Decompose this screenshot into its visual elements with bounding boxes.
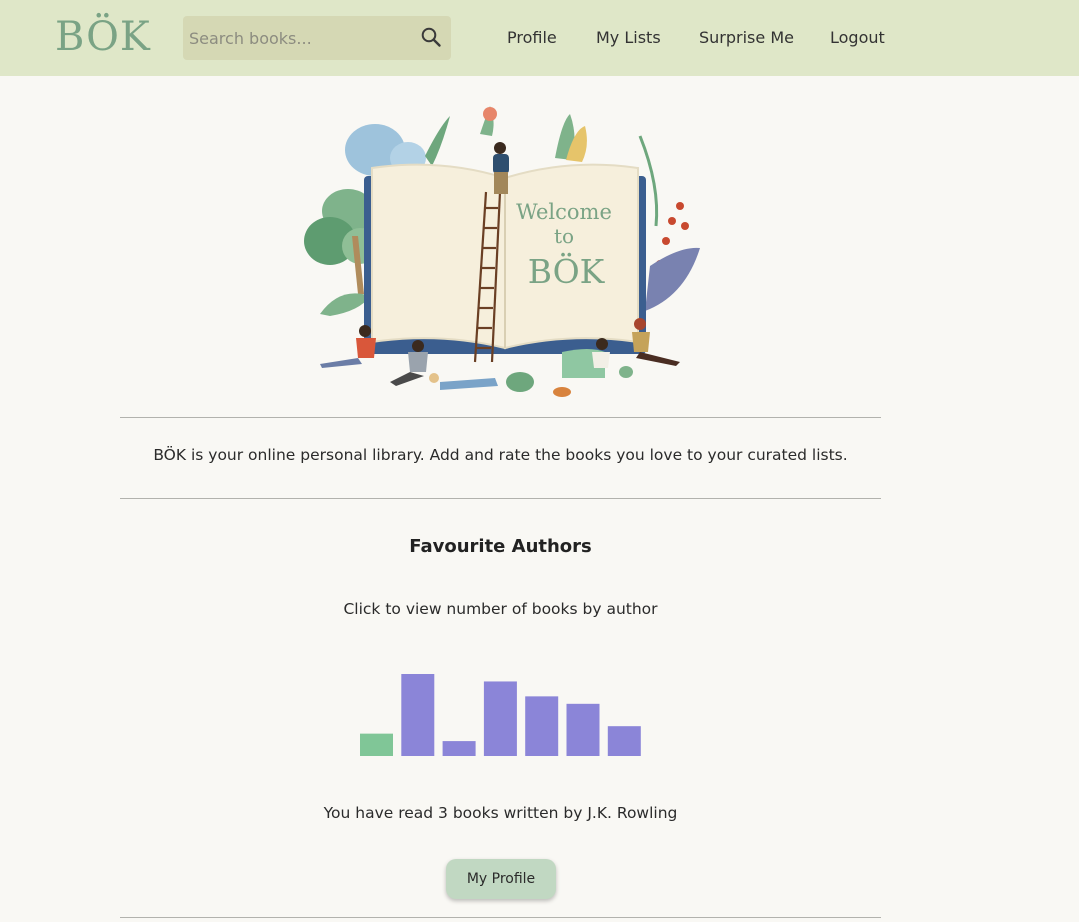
nav-my-lists[interactable]: My Lists	[596, 28, 661, 47]
hero-welcome-text: Welcome	[516, 200, 612, 224]
author-bar-5[interactable]	[525, 696, 559, 756]
divider-bottom	[120, 917, 881, 918]
search-input[interactable]	[183, 16, 413, 60]
reader-on-ladder	[493, 142, 509, 194]
hero-illustration: Welcome to BÖK	[304, 106, 700, 397]
books-read-text: You have read 3 books written by J.K. Ro…	[323, 804, 678, 822]
favourite-authors-subtitle: Click to view number of books by author	[343, 600, 658, 618]
author-bar-4[interactable]	[483, 681, 517, 756]
intro-text: BÖK is your online personal library. Add…	[153, 446, 848, 464]
search-icon[interactable]	[420, 26, 442, 48]
divider-top	[120, 417, 881, 418]
navbar: BÖK Profile My Lists Surprise Me Logout	[0, 0, 1079, 76]
my-profile-button[interactable]: My Profile	[446, 859, 556, 899]
favourite-authors-title: Favourite Authors	[409, 536, 592, 557]
author-bar-6[interactable]	[566, 703, 600, 756]
search-box	[183, 16, 451, 60]
hero-bok-text: BÖK	[528, 251, 606, 291]
nav-profile[interactable]: Profile	[507, 28, 557, 47]
nav-logout[interactable]: Logout	[830, 28, 885, 47]
author-bar-2[interactable]	[401, 674, 435, 756]
divider-middle	[120, 498, 881, 499]
hero-to-text: to	[554, 224, 574, 248]
favourite-authors-chart	[360, 674, 641, 756]
author-bar-3[interactable]	[442, 741, 476, 756]
nav-surprise-me[interactable]: Surprise Me	[699, 28, 794, 47]
author-bar-1[interactable]	[360, 733, 393, 756]
logo[interactable]: BÖK	[55, 14, 155, 60]
author-bar-7[interactable]	[607, 726, 641, 756]
logo-text: BÖK	[55, 14, 151, 60]
